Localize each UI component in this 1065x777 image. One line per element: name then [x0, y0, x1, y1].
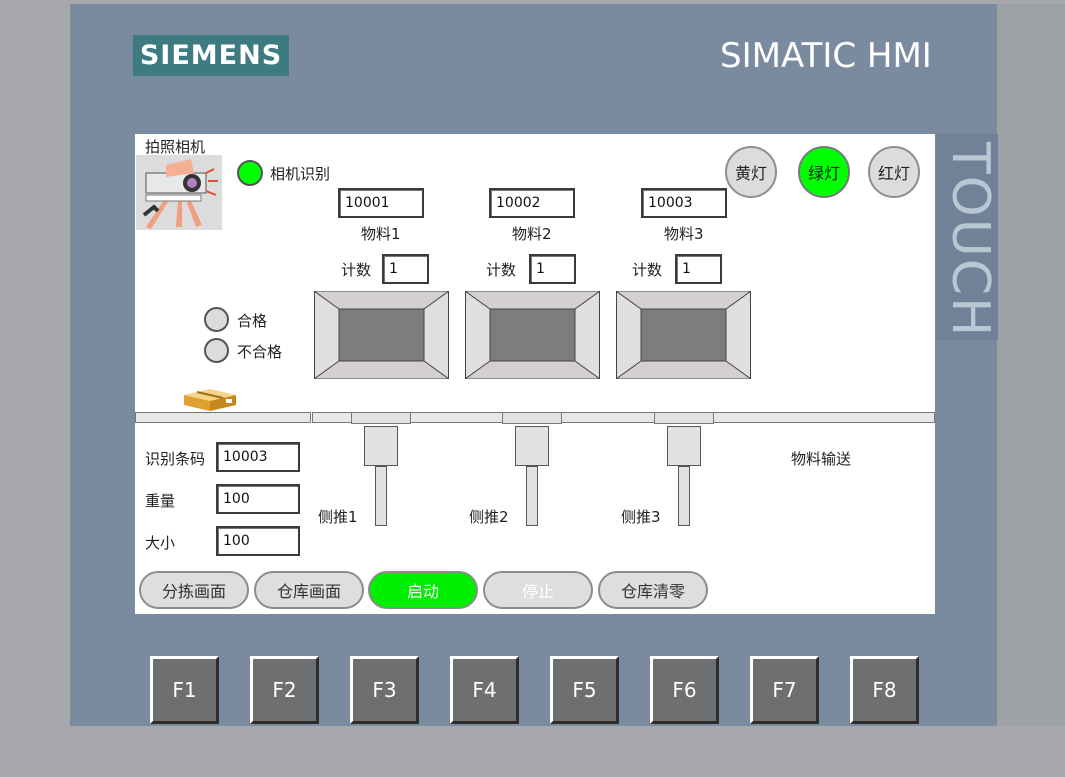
red-light-button[interactable]: 红灯: [868, 146, 920, 198]
pass-indicator: [204, 307, 229, 332]
pusher-3-head: [654, 412, 714, 424]
pusher-3-label: 侧推3: [621, 508, 661, 526]
product-title: SIMATIC HMI: [720, 36, 932, 76]
count-2-field[interactable]: 1: [529, 254, 576, 284]
bin-1: [314, 291, 449, 379]
bin-2: [465, 291, 600, 379]
package-icon: [184, 389, 236, 411]
count-2-label: 计数: [486, 261, 517, 279]
siemens-logo: SIEMENS: [133, 35, 289, 76]
f6-key[interactable]: F6: [650, 656, 719, 724]
warehouse-screen-button[interactable]: 仓库画面: [254, 571, 364, 609]
fail-indicator: [204, 338, 229, 363]
camera-recognition-label: 相机识别: [270, 165, 331, 183]
weight-field[interactable]: 100: [216, 484, 300, 514]
count-3-label: 计数: [632, 261, 663, 279]
camera-icon: [136, 155, 222, 230]
start-button[interactable]: 启动: [368, 571, 478, 609]
side-panel: [997, 4, 1065, 726]
pusher-2-head: [502, 412, 562, 424]
green-light-button[interactable]: 绿灯: [798, 146, 850, 198]
material-3-code[interactable]: 10003: [641, 188, 727, 218]
pusher-2-cylinder: [515, 426, 549, 466]
f5-key[interactable]: F5: [550, 656, 619, 724]
count-1-label: 计数: [341, 261, 372, 279]
f7-key[interactable]: F7: [750, 656, 819, 724]
material-1-label: 物料1: [361, 225, 401, 243]
pusher-3-cylinder: [667, 426, 701, 466]
f8-key[interactable]: F8: [850, 656, 919, 724]
yellow-light-button[interactable]: 黄灯: [725, 146, 777, 198]
bin-3: [616, 291, 751, 379]
size-field[interactable]: 100: [216, 526, 300, 556]
count-1-field[interactable]: 1: [382, 254, 429, 284]
stop-button[interactable]: 停止: [483, 571, 593, 609]
f2-key[interactable]: F2: [250, 656, 319, 724]
f3-key[interactable]: F3: [350, 656, 419, 724]
pusher-2-label: 侧推2: [469, 508, 509, 526]
pusher-1-cylinder: [364, 426, 398, 466]
pusher-2-rod: [526, 466, 538, 526]
material-2-code[interactable]: 10002: [489, 188, 575, 218]
pass-label: 合格: [237, 312, 268, 330]
pusher-3-rod: [678, 466, 690, 526]
pusher-1-head: [351, 412, 411, 424]
fail-label: 不合格: [237, 343, 283, 361]
conveyor-segment: [135, 412, 311, 423]
pusher-1-rod: [375, 466, 387, 526]
camera-recognition-indicator: [237, 160, 263, 186]
weight-label: 重量: [145, 492, 176, 510]
material-1-code[interactable]: 10001: [338, 188, 424, 218]
size-label: 大小: [145, 534, 176, 552]
sort-screen-button[interactable]: 分拣画面: [139, 571, 249, 609]
material-3-label: 物料3: [664, 225, 704, 243]
f1-key[interactable]: F1: [150, 656, 219, 724]
barcode-field[interactable]: 10003: [216, 442, 300, 472]
conveyor-label: 物料输送: [791, 450, 852, 468]
barcode-label: 识别条码: [145, 450, 206, 468]
touch-label: TOUCH: [936, 134, 1000, 340]
warehouse-clear-button[interactable]: 仓库清零: [598, 571, 708, 609]
pusher-1-label: 侧推1: [318, 508, 358, 526]
count-3-field[interactable]: 1: [675, 254, 722, 284]
camera-title: 拍照相机: [145, 138, 206, 156]
material-2-label: 物料2: [512, 225, 552, 243]
f4-key[interactable]: F4: [450, 656, 519, 724]
